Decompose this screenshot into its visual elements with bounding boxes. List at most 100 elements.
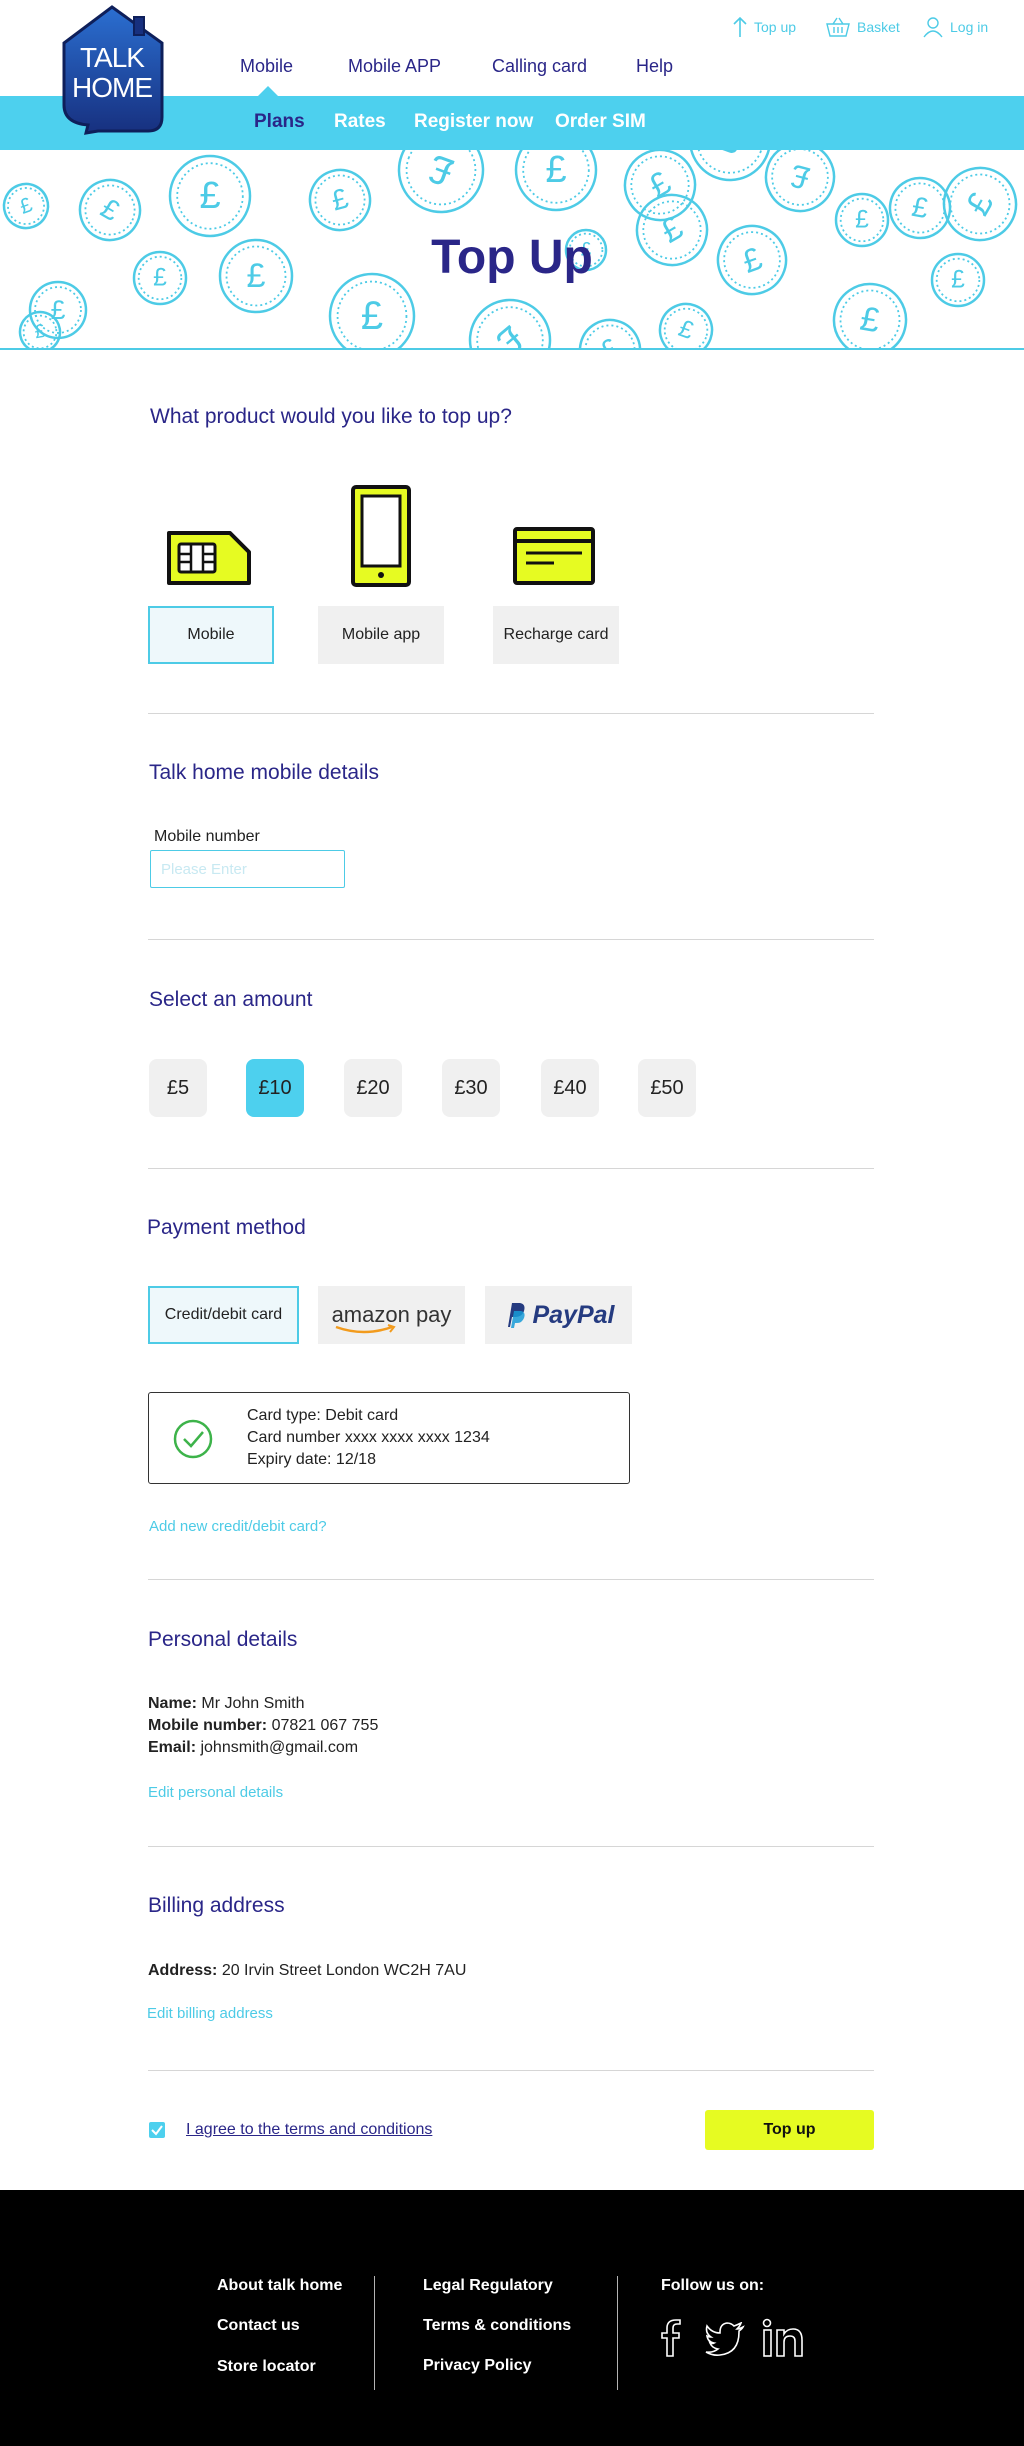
pound-coin-icon: £ (832, 282, 908, 348)
product-mobile-app-button[interactable]: Mobile app (318, 606, 444, 664)
svg-text:£: £ (675, 315, 697, 345)
sim-card-icon (167, 531, 251, 585)
svg-text:£: £ (51, 295, 66, 325)
billing-address-title: Billing address (148, 1894, 285, 1917)
mobile-phone-icon (351, 485, 411, 587)
card-number-text: Card number xxxx xxxx xxxx 1234 (247, 1429, 490, 1446)
name-value: Mr John Smith (201, 1695, 305, 1712)
mobile-number-label: Mobile number (154, 828, 260, 845)
personal-email-line: Email: johnsmith@gmail.com (148, 1737, 378, 1759)
svg-text:£: £ (713, 150, 747, 163)
section-divider (148, 713, 874, 714)
svg-text:£: £ (595, 332, 625, 350)
footer-about-link[interactable]: About talk home (217, 2277, 342, 2295)
footer-privacy-link[interactable]: Privacy Policy (423, 2357, 532, 2375)
facebook-icon[interactable] (659, 2318, 681, 2358)
subnav-rates[interactable]: Rates (334, 111, 386, 133)
section-divider (148, 2070, 874, 2071)
pay-credit-card-button[interactable]: Credit/debit card (148, 1286, 299, 1344)
svg-text:£: £ (488, 317, 531, 350)
svg-text:£: £ (95, 192, 125, 228)
edit-personal-details-link[interactable]: Edit personal details (148, 1784, 283, 1801)
follow-us-label: Follow us on: (661, 2277, 765, 2294)
svg-text:£: £ (328, 182, 352, 217)
paypal-p-icon (508, 1303, 526, 1328)
add-card-link[interactable]: Add new credit/debit card? (149, 1518, 327, 1535)
checkmark-icon (151, 2125, 163, 2136)
nav-help[interactable]: Help (636, 56, 673, 77)
subnav-plans[interactable]: Plans (254, 111, 305, 133)
mobile-number-input[interactable] (150, 850, 345, 888)
svg-text:£: £ (423, 150, 459, 194)
nav-mobile-app[interactable]: Mobile APP (348, 56, 441, 77)
pound-coin-icon: £ (328, 272, 416, 348)
subnav-order-sim[interactable]: Order SIM (555, 111, 646, 133)
footer-terms-link[interactable]: Terms & conditions (423, 2317, 571, 2335)
personal-name-line: Name: Mr John Smith (148, 1693, 378, 1715)
check-circle-icon (173, 1419, 213, 1459)
amount-30-button[interactable]: £30 (442, 1059, 500, 1117)
amount-50-button[interactable]: £50 (638, 1059, 696, 1117)
edit-billing-address-link[interactable]: Edit billing address (147, 2005, 273, 2022)
pay-amazon-button[interactable]: amazon pay (318, 1286, 465, 1344)
amount-40-button[interactable]: £40 (541, 1059, 599, 1117)
footer-legal-link[interactable]: Legal Regulatory (423, 2277, 553, 2295)
linkedin-icon[interactable] (762, 2318, 804, 2358)
product-recharge-card-button[interactable]: Recharge card (493, 606, 619, 664)
terms-link[interactable]: I agree to the terms and conditions (186, 2121, 432, 2139)
amount-10-button[interactable]: £10 (246, 1059, 304, 1117)
pound-coin-icon: £ (658, 302, 714, 348)
svg-text:£: £ (199, 175, 220, 217)
pound-coin-icon: £ (2, 182, 50, 230)
top-up-util-link[interactable]: Top up (732, 14, 796, 40)
pound-coin-icon: £ (764, 150, 836, 213)
svg-text:£: £ (361, 294, 383, 338)
section-divider (148, 1579, 874, 1580)
svg-text:£: £ (787, 157, 814, 196)
top-up-util-label: Top up (754, 19, 797, 35)
personal-details-title: Personal details (148, 1628, 298, 1651)
pound-coin-icon: £ (168, 154, 252, 238)
logo-text-talk: TALK (80, 42, 145, 73)
mobile-value: 07821 067 755 (271, 1717, 379, 1734)
pay-paypal-button[interactable]: PayPal (485, 1286, 632, 1344)
footer-contact-link[interactable]: Contact us (217, 2317, 300, 2335)
address-label: Address: (148, 1962, 218, 1979)
nav-calling-card[interactable]: Calling card (492, 56, 587, 77)
billing-address-line: Address: 20 Irvin Street London WC2H 7AU (148, 1960, 466, 1982)
amount-20-button[interactable]: £20 (344, 1059, 402, 1117)
user-icon (923, 17, 943, 38)
recharge-card-icon (513, 527, 595, 585)
personal-mobile-line: Mobile number: 07821 067 755 (148, 1715, 378, 1737)
footer-divider (374, 2276, 375, 2390)
payment-section-title: Payment method (147, 1216, 306, 1239)
svg-text:£: £ (643, 164, 678, 205)
svg-text:£: £ (33, 321, 47, 344)
email-value: johnsmith@gmail.com (200, 1739, 359, 1756)
pound-coin-icon: £ (468, 298, 552, 350)
log-in-util-link[interactable]: Log in (922, 14, 988, 40)
basket-util-label: Basket (857, 19, 900, 35)
nav-mobile[interactable]: Mobile (240, 56, 293, 77)
address-value: 20 Irvin Street London WC2H 7AU (221, 1962, 467, 1979)
section-divider (148, 939, 874, 940)
subnav-register-now[interactable]: Register now (414, 111, 533, 133)
basket-util-link[interactable]: Basket (825, 14, 900, 40)
product-mobile-button[interactable]: Mobile (148, 606, 274, 664)
saved-card-box[interactable]: Card type: Debit card Card number xxxx x… (148, 1392, 630, 1484)
talk-home-logo[interactable]: TALK HOME (58, 5, 166, 135)
twitter-icon[interactable] (705, 2322, 745, 2356)
mobile-label: Mobile number: (148, 1717, 268, 1734)
footer-store-locator-link[interactable]: Store locator (217, 2358, 316, 2376)
terms-checkbox[interactable] (149, 2122, 165, 2138)
email-label: Email: (148, 1739, 197, 1756)
top-up-submit-button[interactable]: Top up (705, 2110, 874, 2150)
amount-5-button[interactable]: £5 (149, 1059, 207, 1117)
arrow-up-icon (733, 16, 747, 37)
card-type-text: Card type: Debit card (247, 1407, 399, 1424)
pound-coin-icon: £ (397, 150, 485, 214)
active-nav-caret (258, 86, 278, 96)
footer-divider (617, 2276, 618, 2390)
pound-coin-icon: £ (514, 150, 598, 212)
pound-coin-icon: £ (308, 168, 372, 232)
